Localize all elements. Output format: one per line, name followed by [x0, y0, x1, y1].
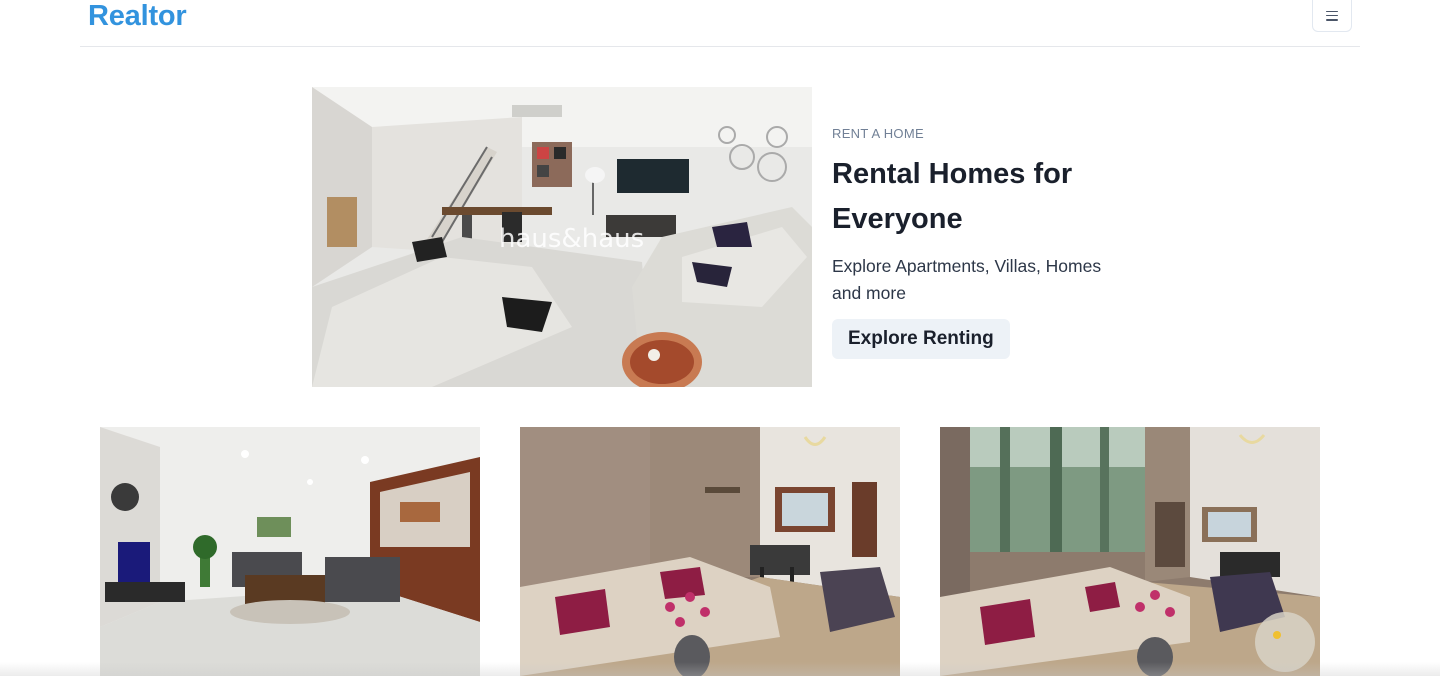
menu-button[interactable]: [1312, 0, 1352, 32]
hero-watermark: haus&haus: [499, 224, 644, 254]
listing-image-1: [100, 427, 480, 676]
brand-logo-link[interactable]: Realtor: [88, 0, 187, 32]
listing-card-1[interactable]: [100, 427, 480, 676]
hero-title: Rental Homes for Everyone: [832, 158, 1073, 235]
hero-image: haus&haus: [312, 87, 812, 387]
bottom-edge-shadow: [0, 662, 1440, 676]
listing-image-2: [520, 427, 900, 676]
top-navbar: Realtor: [80, 0, 1360, 47]
listing-image-3: [940, 427, 1320, 676]
listing-card-3[interactable]: [940, 427, 1320, 676]
hero-description: Explore Apartments, Villas, Homes and mo…: [832, 256, 1102, 303]
listing-card-2[interactable]: [520, 427, 900, 676]
hamburger-menu-icon: [1326, 10, 1338, 21]
hero-text-block: RENT A HOME Rental Homes for Everyone Ex…: [832, 126, 1132, 359]
hero-eyebrow: RENT A HOME: [832, 126, 924, 141]
explore-renting-button[interactable]: Explore Renting: [832, 319, 1010, 359]
